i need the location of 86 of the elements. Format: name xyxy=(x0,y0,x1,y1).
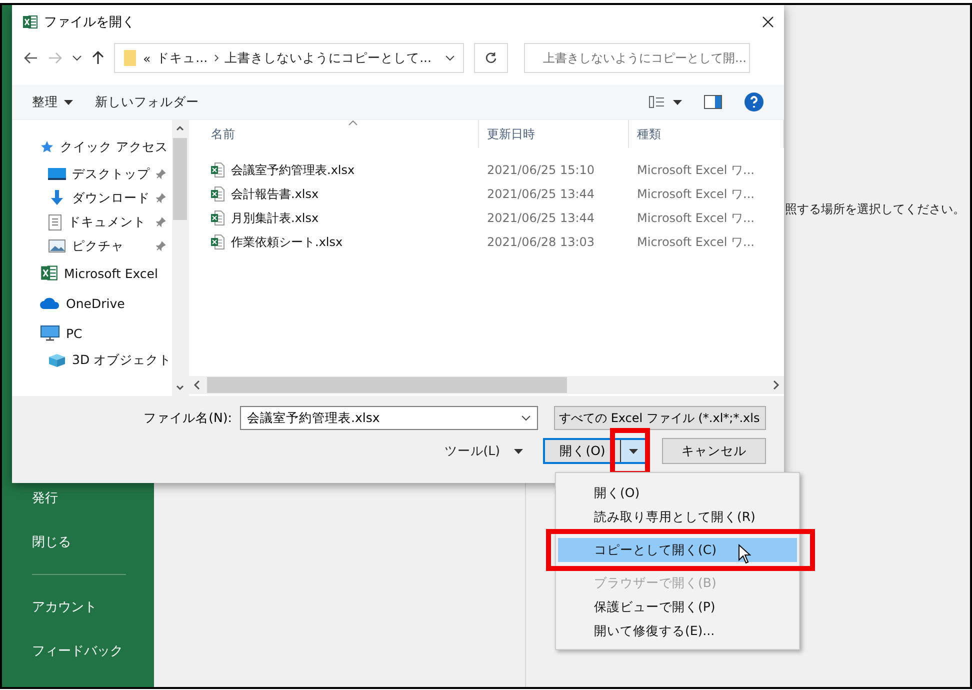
sort-caret-icon xyxy=(348,120,358,126)
file-name[interactable]: 月別集計表.xlsx xyxy=(231,210,319,226)
file-type: Microsoft Excel ワ... xyxy=(636,234,756,250)
download-arrow-icon xyxy=(48,189,66,207)
preview-pane-icon[interactable] xyxy=(704,95,722,109)
cube-icon xyxy=(48,353,66,367)
refresh-button[interactable] xyxy=(474,43,508,73)
file-name[interactable]: 会計報告書.xlsx xyxy=(231,186,319,202)
help-icon[interactable] xyxy=(744,92,764,112)
recent-locations-chevron-icon xyxy=(72,55,82,61)
excel-icon xyxy=(22,14,38,30)
modified-date: 2021/06/25 13:44 xyxy=(486,187,596,201)
file-name[interactable]: 作業依頼シート.xlsx xyxy=(231,234,343,250)
star-icon xyxy=(40,140,54,154)
address-bar[interactable]: « ドキュ... 上書きしないようにコピーとして... xyxy=(114,43,464,73)
modified-date: 2021/06/25 13:44 xyxy=(486,211,596,225)
nav-item-label[interactable]: ドキュメント xyxy=(68,214,146,230)
pin-icon xyxy=(156,241,166,251)
menu-item[interactable]: 読み取り専用として開く(R) xyxy=(558,505,797,529)
refresh-icon xyxy=(485,52,497,64)
new-folder-button[interactable]: 新しいフォルダー xyxy=(95,94,199,110)
file-name-field[interactable]: 会議室予約管理表.xlsx xyxy=(240,406,538,430)
menu-item[interactable]: 開く(O) xyxy=(558,481,797,505)
nav-item-label[interactable]: 3D オブジェクト xyxy=(72,352,172,368)
nav-item-label[interactable]: デスクトップ xyxy=(72,166,150,182)
file-type: Microsoft Excel ワ... xyxy=(636,162,756,178)
spreadsheet-file-icon xyxy=(211,234,225,250)
column-header[interactable]: 名前 xyxy=(189,120,479,148)
spreadsheet-file-icon xyxy=(211,162,225,178)
computer-icon xyxy=(40,325,60,341)
up-arrow-icon[interactable] xyxy=(92,51,104,65)
path-segment[interactable]: 上書きしないようにコピーとして... xyxy=(224,50,432,66)
pin-icon xyxy=(156,193,166,203)
sidebar-item[interactable]: アカウント xyxy=(2,585,154,629)
file-type-select[interactable]: すべての Excel ファイル (*.xl*;*.xls xyxy=(554,406,766,430)
dropdown-triangle-icon xyxy=(673,100,682,104)
cloud-icon xyxy=(40,296,60,310)
spreadsheet-file-icon xyxy=(211,186,225,202)
nav-item-label[interactable]: PC xyxy=(66,326,82,340)
sidebar-item[interactable]: フィードバック xyxy=(2,629,154,673)
search-field[interactable]: 上書きしないようにコピーとして開... xyxy=(524,43,750,73)
document-icon xyxy=(48,214,62,230)
close-icon[interactable] xyxy=(762,16,774,28)
back-arrow-icon[interactable] xyxy=(24,52,38,64)
file-type: Microsoft Excel ワ... xyxy=(636,186,756,202)
desktop-icon xyxy=(48,167,66,181)
nav-item-label[interactable]: ダウンロード xyxy=(72,190,150,206)
nav-item-label[interactable]: ピクチャ xyxy=(72,238,124,254)
path-overflow-mark: « xyxy=(143,50,151,66)
menu-item[interactable]: 開いて修復する(E)... xyxy=(558,619,797,643)
menu-item[interactable]: コピーとして開く(C) xyxy=(558,538,797,562)
tools-button[interactable]: ツール(L) xyxy=(444,442,523,460)
dropdown-triangle-icon xyxy=(629,448,638,454)
dropdown-triangle-icon xyxy=(64,100,73,104)
spreadsheet-file-icon xyxy=(211,210,225,226)
nav-item-label[interactable]: Microsoft Excel xyxy=(64,266,158,280)
cancel-button[interactable]: キャンセル xyxy=(662,438,766,464)
scroll-left-icon[interactable] xyxy=(193,380,201,390)
nav-item-label[interactable]: クイック アクセス xyxy=(60,138,168,156)
pin-icon xyxy=(156,169,166,179)
nav-item-label[interactable]: OneDrive xyxy=(66,296,125,310)
open-split-button[interactable]: 開く(O) xyxy=(543,438,648,464)
instruction-text: 照する場所を選択してください。 xyxy=(785,201,966,218)
path-segment[interactable]: ドキュ... xyxy=(156,50,208,66)
scroll-right-icon[interactable] xyxy=(772,380,780,390)
menu-item[interactable]: 保護ビューで開く(P) xyxy=(558,595,797,619)
file-name[interactable]: 会議室予約管理表.xlsx xyxy=(231,162,355,178)
mouse-cursor-icon xyxy=(738,544,752,564)
modified-date: 2021/06/25 15:10 xyxy=(486,163,596,177)
vertical-scrollbar[interactable] xyxy=(172,120,188,396)
horizontal-scrollbar[interactable] xyxy=(189,376,784,394)
path-separator-icon xyxy=(214,54,219,62)
organize-button[interactable]: 整理 xyxy=(32,94,73,110)
modified-date: 2021/06/28 13:03 xyxy=(486,235,596,249)
excel-icon xyxy=(40,264,58,282)
file-name-label: ファイル名(N): xyxy=(144,410,232,426)
column-header[interactable]: 更新日時 xyxy=(479,120,629,148)
sidebar-item[interactable]: 閉じる xyxy=(2,520,154,564)
dropdown-triangle-icon xyxy=(514,448,523,454)
dialog-title: ファイルを開く xyxy=(44,14,136,31)
column-header[interactable]: 種類 xyxy=(629,120,784,148)
folder-icon xyxy=(123,49,137,67)
file-type: Microsoft Excel ワ... xyxy=(636,210,756,226)
pin-icon xyxy=(156,217,166,227)
view-options-icon[interactable] xyxy=(649,96,665,108)
picture-icon xyxy=(48,239,66,253)
